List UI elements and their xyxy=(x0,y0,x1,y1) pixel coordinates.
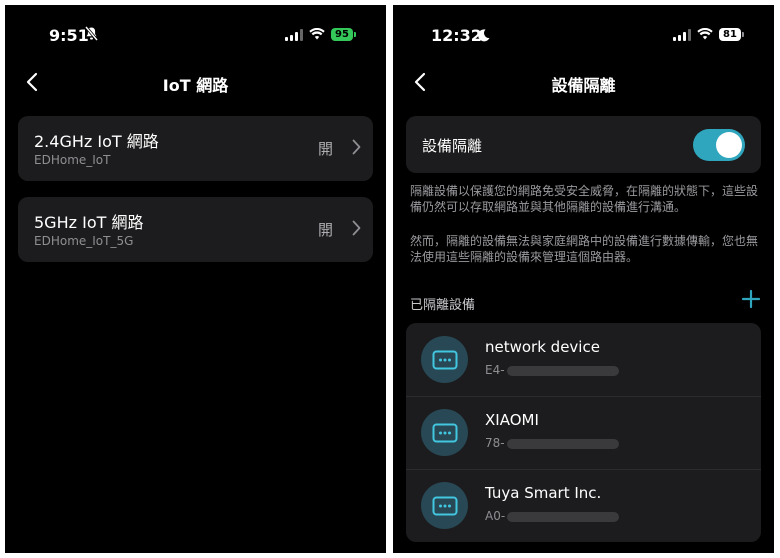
network-title: 2.4GHz IoT 網路 xyxy=(34,132,159,151)
page-title: IoT 網路 xyxy=(162,76,229,95)
device-icon xyxy=(421,336,468,383)
device-name: network device xyxy=(485,338,600,356)
nav-bar: IoT 網路 xyxy=(5,61,386,105)
device-name: Tuya Smart Inc. xyxy=(485,484,602,502)
status-bar: 12:32 81 xyxy=(393,5,774,61)
cellular-signal-icon xyxy=(285,28,303,41)
network-ssid: EDHome_IoT_5G xyxy=(34,234,134,248)
network-ssid: EDHome_IoT xyxy=(34,153,111,167)
status-indicators: 95 xyxy=(285,25,356,44)
mac-redaction xyxy=(506,438,619,449)
battery-icon: 81 xyxy=(719,28,744,41)
description-paragraph-1: 隔離設備以保護您的網路免受安全威脅，在隔離的狀態下，這些設備仍然可以存取網路並與… xyxy=(410,184,759,214)
add-device-button[interactable] xyxy=(740,288,762,310)
right-screen: 12:32 81 設備隔離 設備隔離 隔離設備以保護您的網路免受安全威脅，在隔離… xyxy=(393,5,774,553)
battery-icon: 95 xyxy=(331,28,356,41)
toggle-label: 設備隔離 xyxy=(422,137,483,155)
device-name: XIAOMI xyxy=(485,411,539,429)
wifi-icon xyxy=(309,25,325,44)
mac-redaction xyxy=(507,511,620,522)
isolation-toggle[interactable] xyxy=(693,129,745,161)
page-title: 設備隔離 xyxy=(551,76,616,95)
network-status: 開 xyxy=(317,140,333,158)
device-mac: 78- xyxy=(485,436,619,450)
moon-icon xyxy=(478,27,490,46)
status-time: 9:51 xyxy=(49,26,89,45)
cellular-signal-icon xyxy=(673,28,691,41)
list-item[interactable]: network device E4- xyxy=(406,323,761,397)
bell-slash-icon xyxy=(84,26,99,45)
status-time: 12:32 xyxy=(431,26,482,45)
status-bar: 9:51 95 xyxy=(5,5,386,61)
chevron-right-icon xyxy=(352,220,361,236)
battery-level: 95 xyxy=(331,28,353,41)
network-item-5g[interactable]: 5GHz IoT 網路 EDHome_IoT_5G 開 xyxy=(18,197,373,262)
left-screen: 9:51 95 IoT 網路 2.4GHz IoT 網路 EDHome_IoT … xyxy=(5,5,386,553)
wifi-icon xyxy=(697,25,713,44)
nav-bar: 設備隔離 xyxy=(393,61,774,105)
network-item-2g[interactable]: 2.4GHz IoT 網路 EDHome_IoT 開 xyxy=(18,116,373,181)
toggle-knob xyxy=(716,132,742,158)
isolation-toggle-row: 設備隔離 xyxy=(406,116,761,173)
list-item[interactable]: Tuya Smart Inc. A0- xyxy=(406,469,761,542)
section-title: 已隔離設備 xyxy=(410,298,476,313)
isolated-device-list: network device E4- XIAOMI 78- Tuya Smart… xyxy=(406,323,761,542)
list-item[interactable]: XIAOMI 78- xyxy=(406,396,761,470)
battery-level: 81 xyxy=(719,28,741,41)
network-status: 開 xyxy=(317,221,333,239)
device-icon xyxy=(421,482,468,529)
device-mac: E4- xyxy=(485,363,619,377)
chevron-right-icon xyxy=(352,139,361,155)
description-paragraph-2: 然而，隔離的設備無法與家庭網路中的設備進行數據傳輸，您也無法使用這些隔離的設備來… xyxy=(410,234,759,264)
device-icon xyxy=(421,409,468,456)
device-mac: A0- xyxy=(485,509,620,523)
mac-redaction xyxy=(506,365,619,376)
plus-icon xyxy=(741,289,761,309)
network-title: 5GHz IoT 網路 xyxy=(34,213,144,232)
status-indicators: 81 xyxy=(673,25,744,44)
